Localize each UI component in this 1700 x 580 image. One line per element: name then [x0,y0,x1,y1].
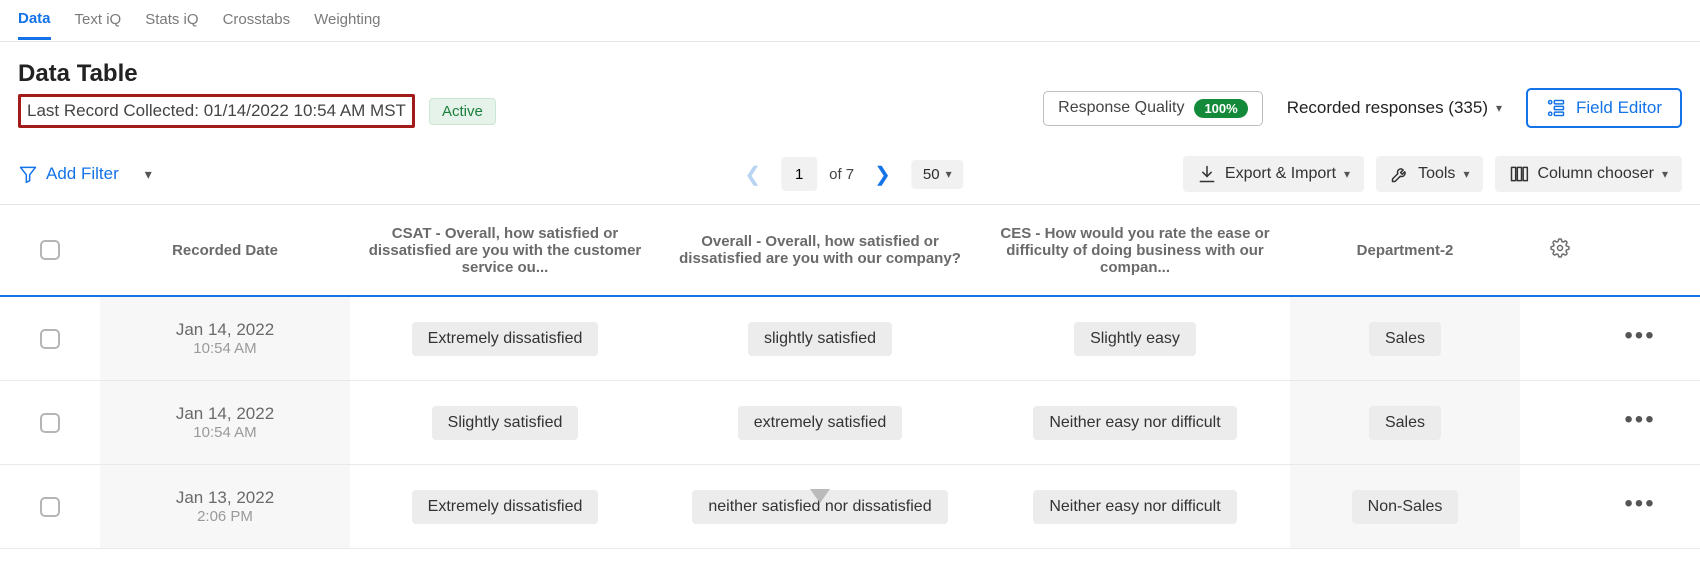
col-header-overall[interactable]: Overall - Overall, how satisfied or diss… [660,233,980,267]
header-bar: Data Table Last Record Collected: 01/14/… [0,42,1700,128]
col-header-recorded-date[interactable]: Recorded Date [100,205,350,295]
nav-tab-crosstabs[interactable]: Crosstabs [223,11,291,38]
row-actions-button[interactable]: ••• [1624,322,1655,349]
chevron-down-icon: ▾ [1496,101,1502,115]
cell-recorded-date: Jan 14, 2022 [176,320,274,340]
column-chooser-button[interactable]: Column chooser ▾ [1495,156,1682,192]
response-quality-value: 100% [1194,99,1247,118]
last-record-collected: Last Record Collected: 01/14/2022 10:54 … [18,94,415,128]
filter-presets-dropdown[interactable]: ▾ [135,162,162,187]
row-checkbox[interactable] [40,329,60,349]
page-title: Data Table [18,60,496,88]
chevron-down-icon: ▾ [1344,167,1350,181]
nav-tab-data[interactable]: Data [18,10,51,40]
nav-tabs: Data Text iQ Stats iQ Crosstabs Weightin… [0,0,1700,42]
select-all-checkbox[interactable] [40,240,60,260]
field-editor-button[interactable]: Field Editor [1526,88,1682,128]
download-icon [1197,164,1217,184]
nav-tab-weighting[interactable]: Weighting [314,11,380,38]
row-checkbox[interactable] [40,497,60,517]
response-quality-button[interactable]: Response Quality 100% [1043,91,1263,126]
cell-ces: Neither easy nor difficult [1033,406,1236,440]
table-header-row: Recorded Date CSAT - Overall, how satisf… [0,205,1700,297]
col-header-department[interactable]: Department-2 [1290,205,1520,295]
cell-overall: extremely satisfied [738,406,903,440]
page-size-value: 50 [923,166,940,183]
col-header-csat[interactable]: CSAT - Overall, how satisfied or dissati… [350,225,660,276]
export-import-button[interactable]: Export & Import ▾ [1183,156,1364,192]
cell-department: Sales [1369,406,1441,440]
cell-recorded-date: Jan 13, 2022 [176,488,274,508]
page-of-label: of 7 [829,166,854,183]
row-actions-button[interactable]: ••• [1624,406,1655,433]
cell-recorded-time: 2:06 PM [197,508,253,525]
cell-csat: Slightly satisfied [432,406,579,440]
dropdown-caret-icon [810,489,830,503]
chevron-down-icon: ▾ [1662,167,1668,181]
cell-csat: Extremely dissatisfied [412,322,599,356]
page-size-dropdown[interactable]: 50 ▾ [911,160,964,189]
row-actions-button[interactable]: ••• [1624,490,1655,517]
field-editor-icon [1546,98,1566,118]
tools-label: Tools [1418,165,1455,183]
cell-ces: Slightly easy [1074,322,1196,356]
cell-recorded-date: Jan 14, 2022 [176,404,274,424]
cell-department: Non-Sales [1352,490,1459,524]
row-checkbox[interactable] [40,413,60,433]
table-settings-gear-icon[interactable] [1550,238,1570,258]
table-row[interactable]: Jan 13, 2022 2:06 PM Extremely dissatisf… [0,465,1700,549]
page-input[interactable] [781,157,817,191]
field-editor-label: Field Editor [1576,98,1662,118]
paginator: ❮ of 7 ❯ 50 ▾ [736,157,963,191]
table-row[interactable]: Jan 14, 2022 10:54 AM Slightly satisfied… [0,381,1700,465]
status-badge: Active [429,98,496,125]
recorded-responses-dropdown[interactable]: Recorded responses (335) ▾ [1287,98,1502,118]
export-import-label: Export & Import [1225,165,1336,183]
toolbar: Add Filter ▾ ❮ of 7 ❯ 50 ▾ Export & Impo… [0,128,1700,204]
column-chooser-label: Column chooser [1537,165,1654,183]
chevron-down-icon: ▾ [1463,167,1469,181]
cell-recorded-time: 10:54 AM [193,424,256,441]
nav-tab-textiq[interactable]: Text iQ [75,11,122,38]
nav-tab-statsiq[interactable]: Stats iQ [145,11,198,38]
cell-department: Sales [1369,322,1441,356]
columns-icon [1509,164,1529,184]
table-row[interactable]: Jan 14, 2022 10:54 AM Extremely dissatis… [0,297,1700,381]
response-quality-label: Response Quality [1058,99,1184,117]
data-table: Recorded Date CSAT - Overall, how satisf… [0,204,1700,549]
cell-overall: slightly satisfied [748,322,892,356]
col-header-ces[interactable]: CES - How would you rate the ease or dif… [980,225,1290,276]
wrench-icon [1390,164,1410,184]
add-filter-button[interactable]: Add Filter [18,164,119,184]
add-filter-label: Add Filter [46,164,119,184]
filter-icon [18,164,38,184]
recorded-responses-label: Recorded responses (335) [1287,98,1488,118]
cell-ces: Neither easy nor difficult [1033,490,1236,524]
page-prev-button[interactable]: ❮ [736,158,769,191]
cell-csat: Extremely dissatisfied [412,490,599,524]
chevron-down-icon: ▾ [946,167,952,181]
tools-button[interactable]: Tools ▾ [1376,156,1483,192]
page-next-button[interactable]: ❯ [866,158,899,191]
cell-recorded-time: 10:54 AM [193,340,256,357]
